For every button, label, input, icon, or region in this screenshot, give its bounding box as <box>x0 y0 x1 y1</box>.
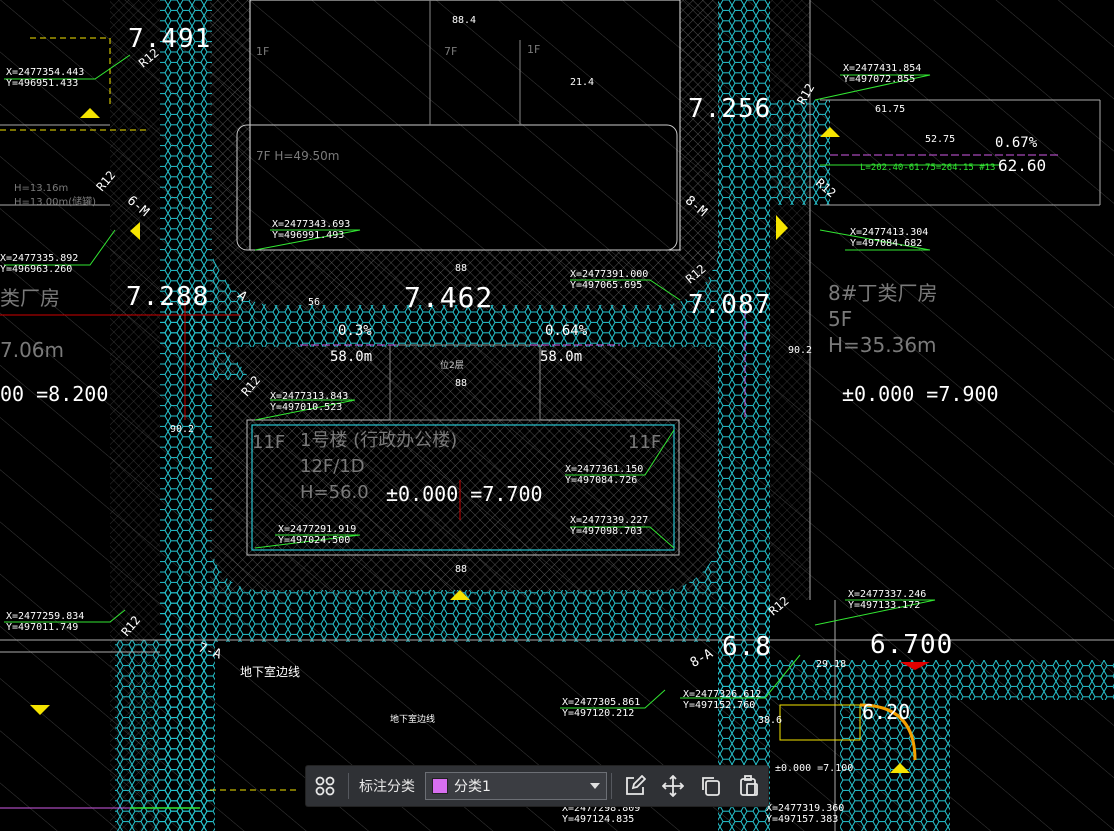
paste-icon[interactable] <box>730 766 768 806</box>
elevation-label: 7.288 <box>126 282 210 312</box>
coord-label: X=2477361.150 Y=497084.726 <box>565 464 644 486</box>
elevation-label: 6.20 <box>862 700 911 724</box>
move-icon[interactable] <box>654 766 692 806</box>
floor-label: 1F <box>527 43 541 56</box>
elevation-label: 6.700 <box>870 630 954 660</box>
dimension-label: 61.75 <box>875 104 906 115</box>
dimension-label: 90.2 <box>170 424 195 435</box>
datum-label: ±0.000 =7.700 <box>386 482 543 506</box>
coord-label: X=2477339.227 Y=497098.703 <box>570 515 649 537</box>
elevation-label: 7.462 <box>404 281 494 314</box>
slope-label: 0.67% <box>995 135 1038 151</box>
coord-label: X=2477413.304 Y=497084.682 <box>850 227 929 249</box>
dimension-label: 38.6 <box>758 715 783 726</box>
edit-icon[interactable] <box>616 766 654 806</box>
building-height: H=13.00m(储罐) <box>14 197 97 208</box>
building-name: 1号楼 (行政办公楼) <box>300 430 458 451</box>
dimension-label: 90.2 <box>788 345 813 356</box>
dimension-label: 88.4 <box>452 15 477 26</box>
floor-height-label: 7F H=49.50m <box>256 149 340 163</box>
toolbar-divider <box>611 773 612 799</box>
coord-label: X=2477319.360 Y=497157.383 <box>766 803 845 825</box>
slope-length: 58.0m <box>540 349 583 365</box>
coord-label: X=2477291.919 Y=497024.500 <box>278 524 357 546</box>
slope-length: 58.0m <box>330 349 373 365</box>
elevation-label: 7.256 <box>688 94 772 124</box>
building-name: 8#丁类厂房 <box>828 281 938 305</box>
coord-label: X=2477335.892 Y=496963.260 <box>0 253 79 275</box>
coord-label: X=2477305.861 Y=497120.212 <box>562 697 641 719</box>
coord-label: X=2477313.843 Y=497010.523 <box>270 391 349 413</box>
floor-label: 7F <box>444 45 458 58</box>
basement-line-label: 地下室边线 <box>390 715 436 725</box>
building-floors: 5F <box>828 307 853 331</box>
category-select-value: 分类1 <box>454 779 491 795</box>
elevation-label: 6.8 <box>722 632 772 662</box>
copy-icon[interactable] <box>692 766 730 806</box>
toolbar-divider <box>348 773 349 799</box>
datum-label: 00 =8.200 <box>0 382 109 406</box>
building-floors: 11F <box>628 432 662 453</box>
building-height: H=13.16m <box>14 183 69 194</box>
category-color-swatch <box>432 778 448 794</box>
coord-label: X=2477431.854 Y=497072.855 <box>843 63 922 85</box>
building-height: H=35.36m <box>828 333 937 357</box>
coord-label: X=2477354.443 Y=496951.433 <box>6 67 85 89</box>
dimension-label: 88 <box>455 378 468 389</box>
grid-icon[interactable] <box>306 766 344 806</box>
coord-label: X=2477391.000 Y=497065.695 <box>570 269 649 291</box>
dimension-label: 29.18 <box>816 659 847 670</box>
category-select[interactable]: 分类1 <box>425 772 607 800</box>
dimension-label: 52.75 <box>925 134 956 145</box>
building-height: H=56.0 <box>300 482 369 503</box>
slope-label: 0.64% <box>545 323 588 339</box>
elevation-label: 7.491 <box>128 24 212 54</box>
coord-label: X=2477259.834 Y=497011.749 <box>6 611 85 633</box>
length-note: L=202.40-61.75=264.15 #13 <box>860 163 996 173</box>
dimension-label: 88 <box>455 263 468 274</box>
coord-label: X=2477337.246 Y=497133.172 <box>848 589 927 611</box>
datum-label: ±0.000 =7.100 <box>775 763 854 774</box>
annotation-toolbar: 标注分类 分类1 <box>306 766 768 806</box>
dimension-label: 56 <box>308 297 321 308</box>
chevron-down-icon <box>590 783 600 789</box>
floor-label: 1F <box>256 45 270 58</box>
elevation-label: 62.60 <box>998 156 1047 175</box>
basement-line-label: 地下室边线 <box>240 665 301 679</box>
coord-label: X=2477298.809 Y=497124.835 <box>562 803 641 825</box>
category-label: 标注分类 <box>359 779 415 795</box>
slope-label: 0.3% <box>338 323 372 339</box>
building-name: 类厂房 <box>0 286 60 310</box>
cad-drawing-canvas[interactable] <box>0 0 1114 831</box>
coord-label: X=2477326.612 Y=497152.760 <box>683 689 762 711</box>
coord-label: X=2477343.693 Y=496991.493 <box>272 219 351 241</box>
elevation-label: 7.087 <box>688 290 772 320</box>
building-height: 7.06m <box>0 338 65 362</box>
building-floors: 11F <box>252 432 286 453</box>
dimension-label: 21.4 <box>570 77 595 88</box>
dimension-label: 88 <box>455 564 468 575</box>
building-floors: 12F/1D <box>300 456 365 477</box>
floor-label: 位2层 <box>440 361 464 371</box>
datum-label: ±0.000 =7.900 <box>842 382 999 406</box>
